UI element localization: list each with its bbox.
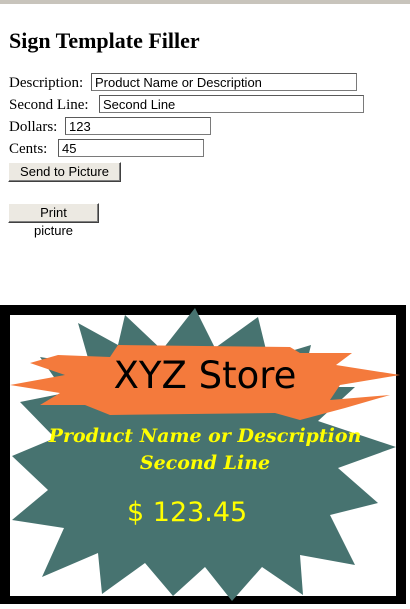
sign-picture: XYZ Store Product Name or Description Se… [0,305,406,604]
send-to-picture-button[interactable]: Send to Picture [8,162,121,182]
description-label: Description: [9,75,84,91]
second-line-field[interactable] [99,95,364,113]
product-line2-text: Second Line [140,452,270,474]
window-top-edge [0,0,410,4]
cents-label: Cents: [9,141,48,157]
store-name-text: XYZ Store [114,354,297,397]
product-line1-text: Product Name or Description [48,425,362,447]
price-text: $ 123.45 [127,497,247,528]
dollars-label: Dollars: [9,119,58,135]
cents-field[interactable] [58,139,204,157]
description-field[interactable] [91,73,357,91]
second-line-label: Second Line: [9,97,89,113]
print-picture-button[interactable]: Print picture [8,203,99,238]
page-title: Sign Template Filler [9,28,200,53]
dollars-field[interactable] [65,117,211,135]
